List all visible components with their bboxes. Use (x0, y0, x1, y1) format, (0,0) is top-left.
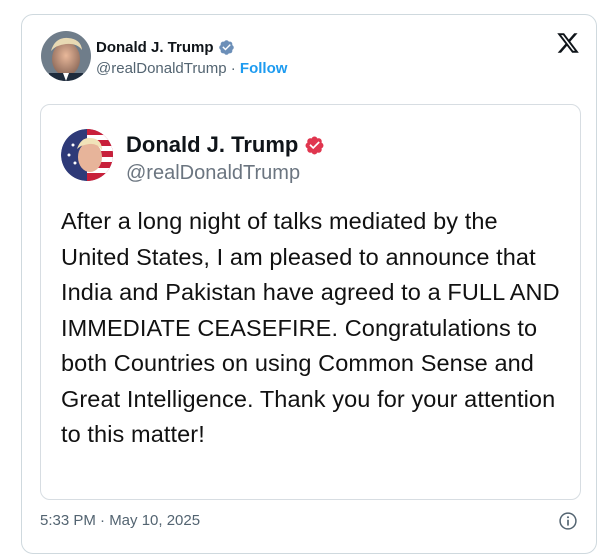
embedded-post-text: After a long night of talks mediated by … (61, 208, 560, 447)
embedded-author-handle: @realDonaldTrump (126, 162, 301, 184)
tweet-card: Donald J. Trump @realDonaldTrump · Follo… (21, 14, 597, 554)
tweet-footer: 5:33 PM · May 10, 2025 (40, 512, 580, 532)
tweet-timestamp[interactable]: 5:33 PM · May 10, 2025 (40, 512, 200, 529)
embedded-author-name: Donald J. Trump (126, 132, 299, 157)
handle-separator: · (226, 60, 240, 77)
author-avatar[interactable] (41, 31, 91, 81)
handle-row: @realDonaldTrump · Follow (96, 60, 287, 77)
author-block: Donald J. Trump @realDonaldTrump · Follo… (96, 36, 287, 78)
follow-button[interactable]: Follow (240, 60, 288, 77)
author-name[interactable]: Donald J. Trump (96, 39, 214, 56)
info-icon[interactable] (558, 511, 578, 531)
x-logo-icon[interactable] (556, 31, 580, 55)
embedded-post-card[interactable]: Donald J. Trump @realDonaldTrump After a… (40, 104, 581, 500)
embedded-author-block: Donald J. Trump @realDonaldTrump (126, 132, 325, 185)
embedded-author-avatar (61, 129, 113, 181)
tweet-header: Donald J. Trump @realDonaldTrump · Follo… (41, 31, 580, 83)
truth-verified-badge-icon (305, 136, 324, 154)
verified-badge-icon (218, 39, 234, 55)
author-handle[interactable]: @realDonaldTrump (96, 60, 227, 77)
